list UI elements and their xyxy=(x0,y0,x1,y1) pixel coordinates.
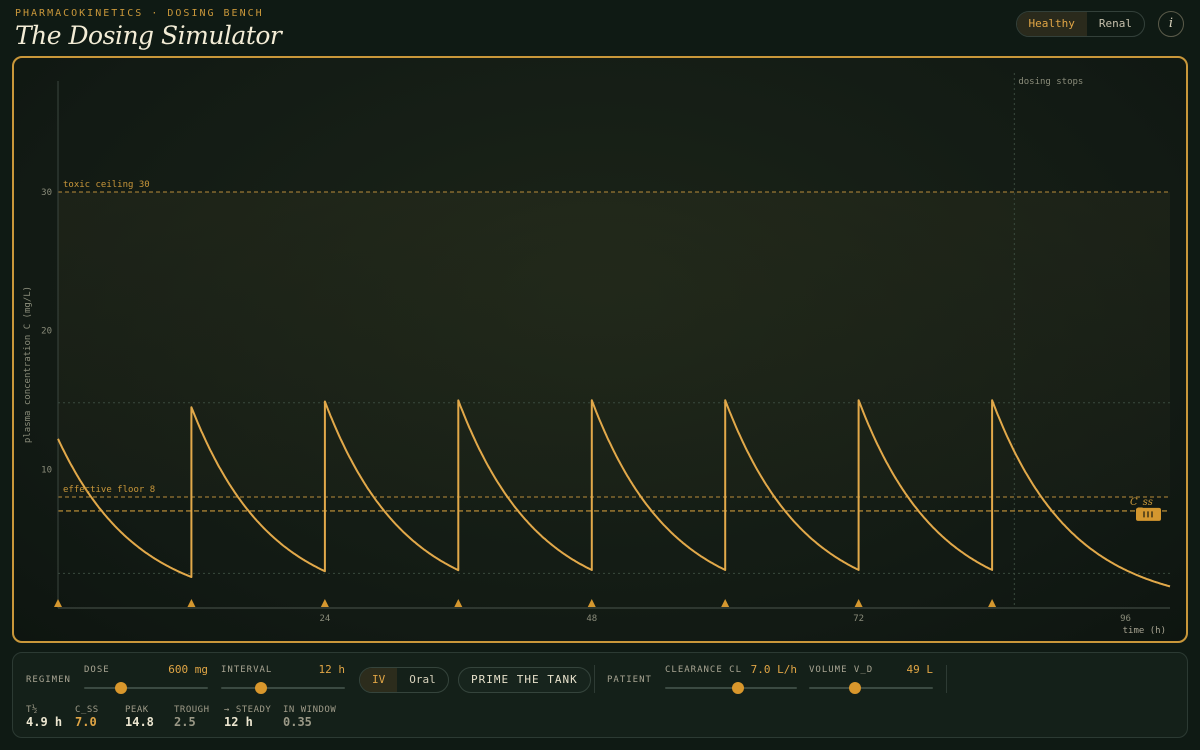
chart-svg: toxic ceiling 30 effective floor 8 C_ss dos… xyxy=(23,73,1171,636)
y-axis-label: plasma concentration C (mg/L) xyxy=(23,286,33,443)
css-label: C_ss xyxy=(1130,497,1153,508)
volume-value: 49 L xyxy=(906,663,934,676)
y-tick-label: 20 xyxy=(41,327,52,337)
dose-slider-track xyxy=(84,687,208,689)
divider xyxy=(594,665,595,693)
x-tick-label: 72 xyxy=(853,614,864,624)
y-tick-label: 30 xyxy=(41,188,52,198)
x-tick-label: 48 xyxy=(586,614,597,624)
dose-value: 600 mg xyxy=(168,663,208,676)
regimen-label: REGIMEN xyxy=(26,675,71,685)
dose-label: DOSE xyxy=(84,665,110,675)
route-toggle: IV Oral xyxy=(359,667,449,693)
dose-marker-icon xyxy=(587,599,596,607)
route-iv-button[interactable]: IV xyxy=(360,668,398,692)
effective-floor-label: effective floor 8 xyxy=(63,485,155,495)
divider xyxy=(946,665,947,693)
clearance-slider-knob[interactable] xyxy=(731,682,744,694)
mode-healthy-button[interactable]: Healthy xyxy=(1016,12,1087,36)
dose-marker-icon xyxy=(54,599,62,607)
stat-value-half-life: 4.9 h xyxy=(26,715,63,729)
dose-marker-icon xyxy=(854,599,863,607)
dose-marker-icon xyxy=(187,599,196,607)
stat-label-css: C_SS xyxy=(75,705,99,715)
stat-label-steady: → STEADY xyxy=(224,705,272,715)
x-tick-label: 96 xyxy=(1120,614,1131,624)
page-title: The Dosing Simulator xyxy=(15,21,282,50)
stat-value-peak: 14.8 xyxy=(125,715,154,729)
stat-label-in-window: IN WINDOW xyxy=(283,705,337,715)
clearance-slider[interactable] xyxy=(665,681,797,695)
x-axis-label: time (h) xyxy=(1123,626,1166,636)
route-oral-button[interactable]: Oral xyxy=(397,668,448,692)
patient-mode-toggle: Healthy Renal xyxy=(1015,11,1145,37)
volume-slider-track xyxy=(809,687,933,689)
volume-label: VOLUME V_D xyxy=(809,665,874,675)
stat-value-trough: 2.5 xyxy=(174,715,196,729)
dosing-stops-label: dosing stops xyxy=(1018,77,1083,87)
dose-marker-icon xyxy=(988,599,997,607)
patient-label: PATIENT xyxy=(607,675,652,685)
dose-slider-knob[interactable] xyxy=(115,682,128,694)
dose-marker-icon xyxy=(454,599,463,607)
stat-value-css: 7.0 xyxy=(75,715,97,729)
header: PHARMACOKINETICS · DOSING BENCH The Dosi… xyxy=(15,8,1185,56)
dose-marker-icon xyxy=(320,599,329,607)
interval-label: INTERVAL xyxy=(221,665,273,675)
y-tick-label: 10 xyxy=(41,465,52,475)
toxic-ceiling-label: toxic ceiling 30 xyxy=(63,180,150,190)
volume-slider-knob[interactable] xyxy=(848,682,861,694)
control-panel: REGIMEN DOSE 600 mg INTERVAL 12 h IV Ora… xyxy=(12,652,1188,738)
interval-slider[interactable] xyxy=(221,681,345,695)
dose-slider[interactable] xyxy=(84,681,208,695)
clearance-label: CLEARANCE CL xyxy=(665,665,743,675)
interval-slider-track xyxy=(221,687,345,689)
x-tick-label: 24 xyxy=(319,614,330,624)
stat-label-half-life: T½ xyxy=(26,705,38,715)
stat-value-steady: 12 h xyxy=(224,715,253,729)
mode-renal-button[interactable]: Renal xyxy=(1087,12,1144,36)
volume-slider[interactable] xyxy=(809,681,933,695)
prime-tank-button[interactable]: PRIME THE TANK xyxy=(458,667,591,693)
info-icon[interactable]: i xyxy=(1158,11,1184,37)
concentration-chart: toxic ceiling 30 effective floor 8 C_ss dos… xyxy=(12,56,1188,643)
interval-slider-knob[interactable] xyxy=(254,682,267,694)
stat-label-trough: TROUGH xyxy=(174,705,210,715)
dose-marker-icon xyxy=(721,599,730,607)
stat-value-in-window: 0.35 xyxy=(283,715,312,729)
clearance-value: 7.0 L/h xyxy=(750,663,797,676)
app-eyebrow: PHARMACOKINETICS · DOSING BENCH xyxy=(15,8,264,19)
interval-value: 12 h xyxy=(318,663,346,676)
stat-label-peak: PEAK xyxy=(125,705,149,715)
